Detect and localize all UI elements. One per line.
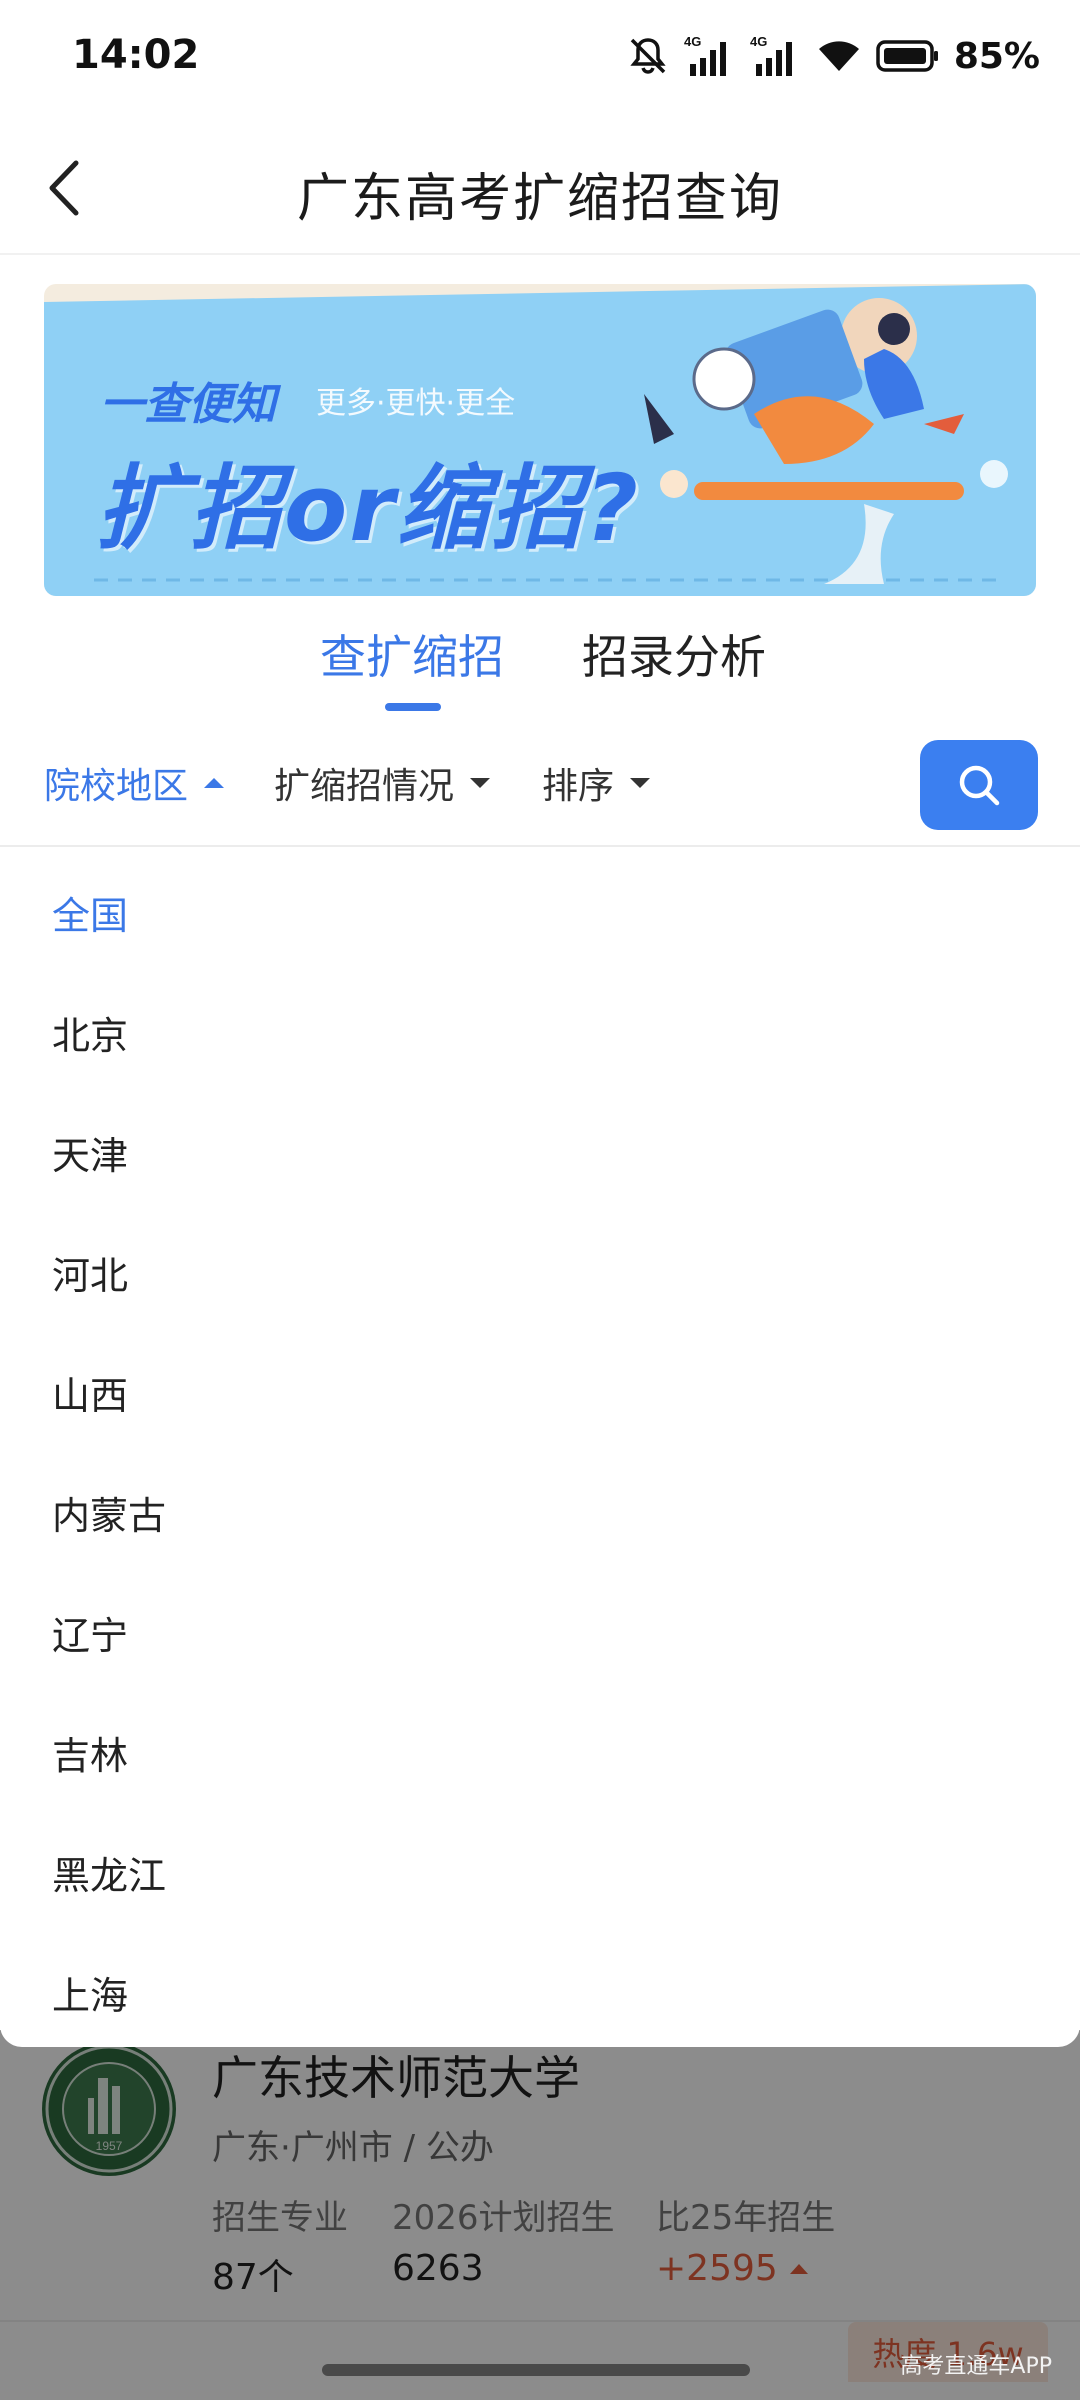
network-type-text: 4G	[750, 34, 767, 49]
status-bar: 14:02 4G 4G 85%	[0, 0, 1080, 120]
region-option[interactable]: 吉林	[52, 1725, 128, 1780]
network-type-text: 4G	[684, 34, 701, 49]
filter-region[interactable]: 院校地区	[44, 755, 226, 811]
nav-bar: 广东高考扩缩招查询	[0, 120, 1080, 255]
caret-down-icon	[470, 778, 491, 788]
banner-subtitle: 更多·更快·更全	[316, 386, 516, 421]
search-icon	[959, 765, 1000, 806]
battery-percent: 85%	[953, 35, 1040, 77]
status-time: 14:02	[72, 32, 200, 78]
region-option[interactable]: 河北	[52, 1245, 128, 1300]
region-option[interactable]: 黑龙江	[52, 1845, 166, 1900]
mute-icon	[626, 36, 670, 76]
region-dropdown: 全国 北京 天津 河北 山西 内蒙古 辽宁 吉林 黑龙江 上海	[0, 849, 1080, 2047]
region-option[interactable]: 北京	[52, 1005, 128, 1060]
filter-expansion-label: 扩缩招情况	[274, 766, 455, 807]
signal-icon: 4G	[684, 34, 736, 78]
tab-bar: 查扩缩招 招录分析	[0, 615, 1080, 715]
status-icons: 4G 4G 85%	[626, 34, 1040, 78]
region-option[interactable]: 辽宁	[52, 1605, 128, 1660]
region-option[interactable]: 天津	[52, 1125, 128, 1180]
banner-slogan: 一查便知	[100, 379, 276, 430]
region-option-all[interactable]: 全国	[52, 885, 128, 940]
app-screen: 14:02 4G 4G 85% 广东高考扩缩招查询 一查便知 更多·更快·更全 …	[0, 0, 1080, 2400]
dim-overlay[interactable]	[0, 2030, 1080, 2400]
filter-bar: 院校地区 扩缩招情况 排序	[0, 735, 1080, 847]
filter-region-label: 院校地区	[44, 766, 189, 807]
region-option[interactable]: 上海	[52, 1965, 128, 2020]
wifi-icon	[816, 37, 862, 75]
region-option[interactable]: 山西	[52, 1365, 128, 1420]
banner-headline: 扩招or缩招?	[96, 455, 640, 562]
battery-icon	[876, 39, 940, 73]
search-button[interactable]	[920, 740, 1038, 830]
watermark: 高考直通车APP	[900, 2354, 1052, 2379]
caret-up-icon	[204, 778, 225, 788]
filter-sort-label: 排序	[542, 766, 615, 807]
region-option[interactable]: 内蒙古	[52, 1485, 166, 1540]
signal-icon: 4G	[750, 34, 802, 78]
caret-down-icon	[630, 778, 651, 788]
active-tab-indicator	[385, 703, 441, 711]
tab-check-expansion[interactable]: 查扩缩招	[320, 621, 504, 687]
home-indicator[interactable]	[322, 2364, 750, 2376]
page-title: 广东高考扩缩招查询	[296, 169, 783, 229]
tab-admission-analysis[interactable]: 招录分析	[582, 621, 766, 687]
filter-sort[interactable]: 排序	[542, 755, 652, 811]
filter-expansion-status[interactable]: 扩缩招情况	[274, 755, 492, 811]
promo-banner[interactable]: 一查便知 更多·更快·更全 扩招or缩招?	[44, 284, 1036, 596]
